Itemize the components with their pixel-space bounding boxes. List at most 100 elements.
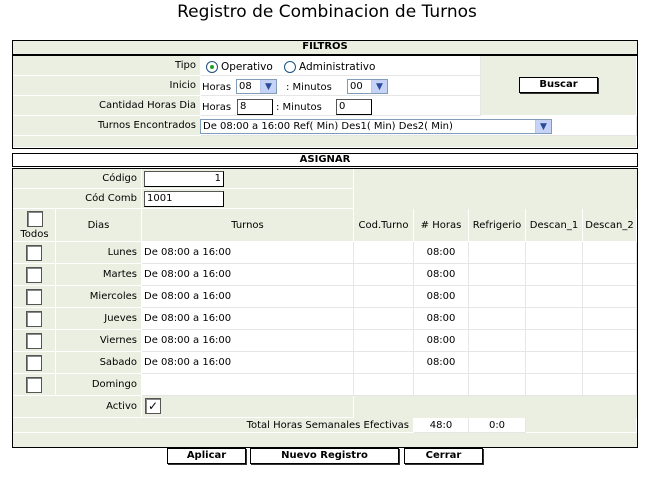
row-descan2 — [583, 352, 637, 374]
inicio-horas-select[interactable]: 08 ▼ — [236, 79, 277, 94]
cantidad-minutos-label: : Minutos — [276, 102, 322, 113]
row-cod-turno — [354, 264, 414, 286]
chevron-down-icon[interactable]: ▼ — [260, 80, 276, 93]
activo-cell — [142, 396, 354, 418]
row-cod-turno — [354, 374, 414, 396]
row-dia: Domingo — [56, 374, 142, 396]
row-horas: 08:00 — [414, 330, 469, 352]
row-descan1 — [526, 308, 583, 330]
inicio-minutos-label: : Minutos — [286, 82, 332, 93]
row-dia: Viernes — [56, 330, 142, 352]
codigo-input[interactable]: 1 — [144, 171, 224, 187]
chevron-down-icon[interactable]: ▼ — [371, 80, 387, 93]
row-refrigerio — [469, 264, 526, 286]
row-descan2 — [583, 242, 637, 264]
tipo-administrativo-label: Administrativo — [299, 61, 376, 73]
row-descan2 — [583, 286, 637, 308]
row-refrigerio — [469, 286, 526, 308]
row-turno: De 08:00 a 16:00 — [142, 242, 354, 264]
row-turno: De 08:00 a 16:00 — [142, 330, 354, 352]
tipo-administrativo-radio[interactable] — [284, 61, 296, 73]
row-dia: Miercoles — [56, 286, 142, 308]
turnos-label: Turnos Encontrados — [13, 116, 201, 136]
cantidad-horas-input[interactable]: 8 — [237, 99, 273, 115]
descan2-header: Descan_2 — [583, 209, 637, 242]
row-checkbox[interactable] — [26, 267, 42, 283]
row-refrigerio — [469, 242, 526, 264]
row-cod-turno — [354, 286, 414, 308]
row-descan2 — [583, 264, 637, 286]
row-descan1 — [526, 330, 583, 352]
inicio-horas-value: 08 — [239, 81, 252, 92]
row-checkbox[interactable] — [26, 311, 42, 327]
row-horas: 08:00 — [414, 286, 469, 308]
row-dia: Lunes — [56, 242, 142, 264]
row-refrigerio — [469, 330, 526, 352]
inicio-minutos-value: 00 — [350, 81, 363, 92]
codigo-label: Código — [13, 169, 142, 189]
cod-turno-header: Cod.Turno — [354, 209, 414, 242]
row-dia: Martes — [56, 264, 142, 286]
cantidad-horas-label: Horas — [202, 102, 232, 113]
row-checkbox[interactable] — [26, 289, 42, 305]
filtros-spacer — [13, 136, 637, 148]
row-horas: 08:00 — [414, 264, 469, 286]
row-dia: Sabado — [56, 352, 142, 374]
row-refrigerio — [469, 352, 526, 374]
turnos-encontrados-value: De 08:00 a 16:00 Ref( Min) Des1( Min) De… — [203, 121, 453, 132]
total-otro: 0:0 — [469, 418, 526, 433]
dias-header: Dias — [56, 209, 142, 242]
refrigerio-header: Refrigerio — [469, 209, 526, 242]
tipo-operativo-radio[interactable] — [206, 61, 218, 73]
row-descan1 — [526, 264, 583, 286]
filtros-header: FILTROS — [12, 40, 638, 55]
row-horas: 08:00 — [414, 242, 469, 264]
buscar-button[interactable]: Buscar — [519, 77, 598, 93]
cerrar-button[interactable]: Cerrar — [404, 448, 483, 464]
turnos-encontrados-select[interactable]: De 08:00 a 16:00 Ref( Min) Des1( Min) De… — [200, 119, 552, 134]
row-descan2 — [583, 374, 637, 396]
codcomb-input[interactable]: 1001 — [144, 191, 224, 207]
row-turno: De 08:00 a 16:00 — [142, 352, 354, 374]
row-descan1 — [526, 374, 583, 396]
row-cod-turno — [354, 242, 414, 264]
descan1-header: Descan_1 — [526, 209, 583, 242]
chevron-down-icon[interactable]: ▼ — [535, 120, 551, 133]
row-checkbox[interactable] — [26, 355, 42, 371]
row-refrigerio — [469, 374, 526, 396]
row-turno — [142, 374, 354, 396]
row-checkbox[interactable] — [26, 333, 42, 349]
activo-checkbox[interactable]: ✓ — [145, 398, 161, 414]
page-title: Registro de Combinacion de Turnos — [177, 2, 477, 22]
total-horas: 48:0 — [414, 418, 469, 433]
cantidad-minutos-input[interactable]: 0 — [336, 99, 372, 115]
row-checkbox[interactable] — [26, 245, 42, 261]
row-turno: De 08:00 a 16:00 — [142, 308, 354, 330]
row-descan1 — [526, 286, 583, 308]
total-spacer — [526, 418, 637, 433]
inicio-label: Inicio — [13, 76, 201, 96]
row-cod-turno — [354, 308, 414, 330]
tipo-label: Tipo — [13, 56, 201, 76]
nuevo-registro-button[interactable]: Nuevo Registro — [250, 448, 399, 464]
row-checkbox[interactable] — [26, 377, 42, 393]
row-turno: De 08:00 a 16:00 — [142, 264, 354, 286]
inicio-horas-label: Horas — [202, 82, 232, 93]
row-turno: De 08:00 a 16:00 — [142, 286, 354, 308]
activo-label: Activo — [13, 396, 142, 418]
row-descan1 — [526, 242, 583, 264]
cantidad-label: Cantidad Horas Dia — [13, 96, 201, 116]
todos-checkbox[interactable] — [27, 211, 43, 227]
row-descan2 — [583, 330, 637, 352]
row-horas: 08:00 — [414, 352, 469, 374]
row-horas: 08:00 — [414, 308, 469, 330]
horas-header: # Horas — [414, 209, 469, 242]
codcomb-label: Cód Comb — [13, 189, 142, 209]
row-dia: Jueves — [56, 308, 142, 330]
row-refrigerio — [469, 308, 526, 330]
row-horas — [414, 374, 469, 396]
aplicar-button[interactable]: Aplicar — [167, 448, 246, 464]
tipo-operativo-label: Operativo — [221, 61, 273, 73]
inicio-minutos-select[interactable]: 00 ▼ — [347, 79, 388, 94]
asignar-header: ASIGNAR — [12, 153, 638, 167]
